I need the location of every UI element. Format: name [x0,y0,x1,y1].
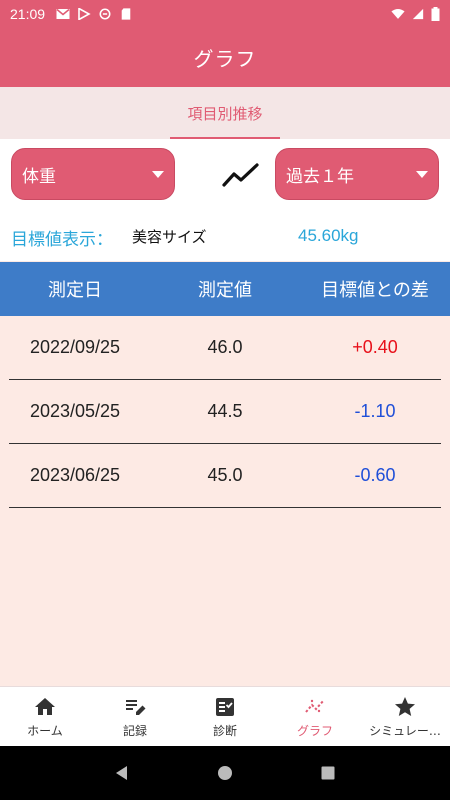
edit-icon [126,700,146,715]
checklist-icon [216,698,234,716]
nav-label: 記録 [122,724,147,738]
row-divider [9,507,441,508]
item-select-dropdown[interactable]: 体重 [11,148,175,200]
row-value: 44.5 [207,400,243,421]
page-title: グラフ [193,46,257,71]
nav-item-simulation[interactable]: シミュレー… [360,687,450,747]
nav-item-record[interactable]: 記録 [90,687,180,747]
nav-label: グラフ [296,724,333,738]
target-name: 美容サイズ [132,228,207,246]
target-display: 目標値表示： 美容サイズ 45.60kg [0,217,450,261]
sd-card-icon [121,7,131,20]
table-row: 2023/06/25 45.0 -0.60 [0,444,450,508]
wifi-icon [391,8,405,19]
home-circle-icon[interactable] [215,763,235,783]
recents-icon[interactable] [318,763,338,783]
graph-icon [305,699,325,713]
target-label: 目標値表示： [11,230,113,250]
nav-label: 診断 [212,724,237,738]
table-row: 2022/09/25 46.0 +0.40 [0,316,450,380]
row-date: 2023/06/25 [29,464,121,485]
system-nav-bar [0,746,450,800]
header-diff: 目標値との差 [321,280,429,301]
line-chart-icon[interactable] [220,159,262,191]
bottom-nav: ホーム 記録 診断 グラフ シミュレー… [0,686,450,746]
nav-item-home[interactable]: ホーム [0,687,90,747]
play-store-icon [78,7,91,20]
row-diff: -0.60 [354,464,396,485]
nav-label: ホーム [27,724,63,738]
vpn-icon [99,8,111,19]
table-header: 測定日 測定値 目標値との差 [0,262,450,316]
tab-item-trend[interactable]: 項目別推移 [170,87,280,139]
row-date: 2023/05/25 [29,400,121,421]
app-bar: グラフ [0,27,450,87]
nav-label: シミュレー… [369,724,441,738]
row-diff: -1.10 [354,400,396,421]
row-diff: +0.40 [352,336,398,357]
item-select-value: 体重 [22,166,56,187]
row-value: 46.0 [207,336,243,357]
header-value: 測定値 [198,280,252,301]
target-value: 45.60kg [298,226,359,245]
home-icon [35,698,55,715]
filter-controls: 体重 過去１年 [0,139,450,217]
dropdown-caret-icon [416,170,428,178]
row-value: 45.0 [207,464,243,485]
nav-item-graph[interactable]: グラフ [270,687,360,747]
row-date: 2022/09/25 [29,336,121,357]
signal-icon [412,8,424,19]
gmail-icon [56,8,70,19]
header-date: 測定日 [48,280,102,301]
star-icon [395,697,415,716]
tab-bar: 項目別推移 [0,87,450,139]
period-select-value: 過去１年 [286,166,354,187]
status-time: 21:09 [10,5,46,22]
period-select-dropdown[interactable]: 過去１年 [275,148,439,200]
back-icon[interactable] [112,763,132,783]
dropdown-caret-icon [152,170,164,178]
nav-item-diagnosis[interactable]: 診断 [180,687,270,747]
table-body: 2022/09/25 46.0 +0.40 2023/05/25 44.5 -1… [0,316,450,508]
status-bar: 21:09 [0,0,450,27]
table-row: 2023/05/25 44.5 -1.10 [0,380,450,444]
battery-icon [431,6,440,21]
